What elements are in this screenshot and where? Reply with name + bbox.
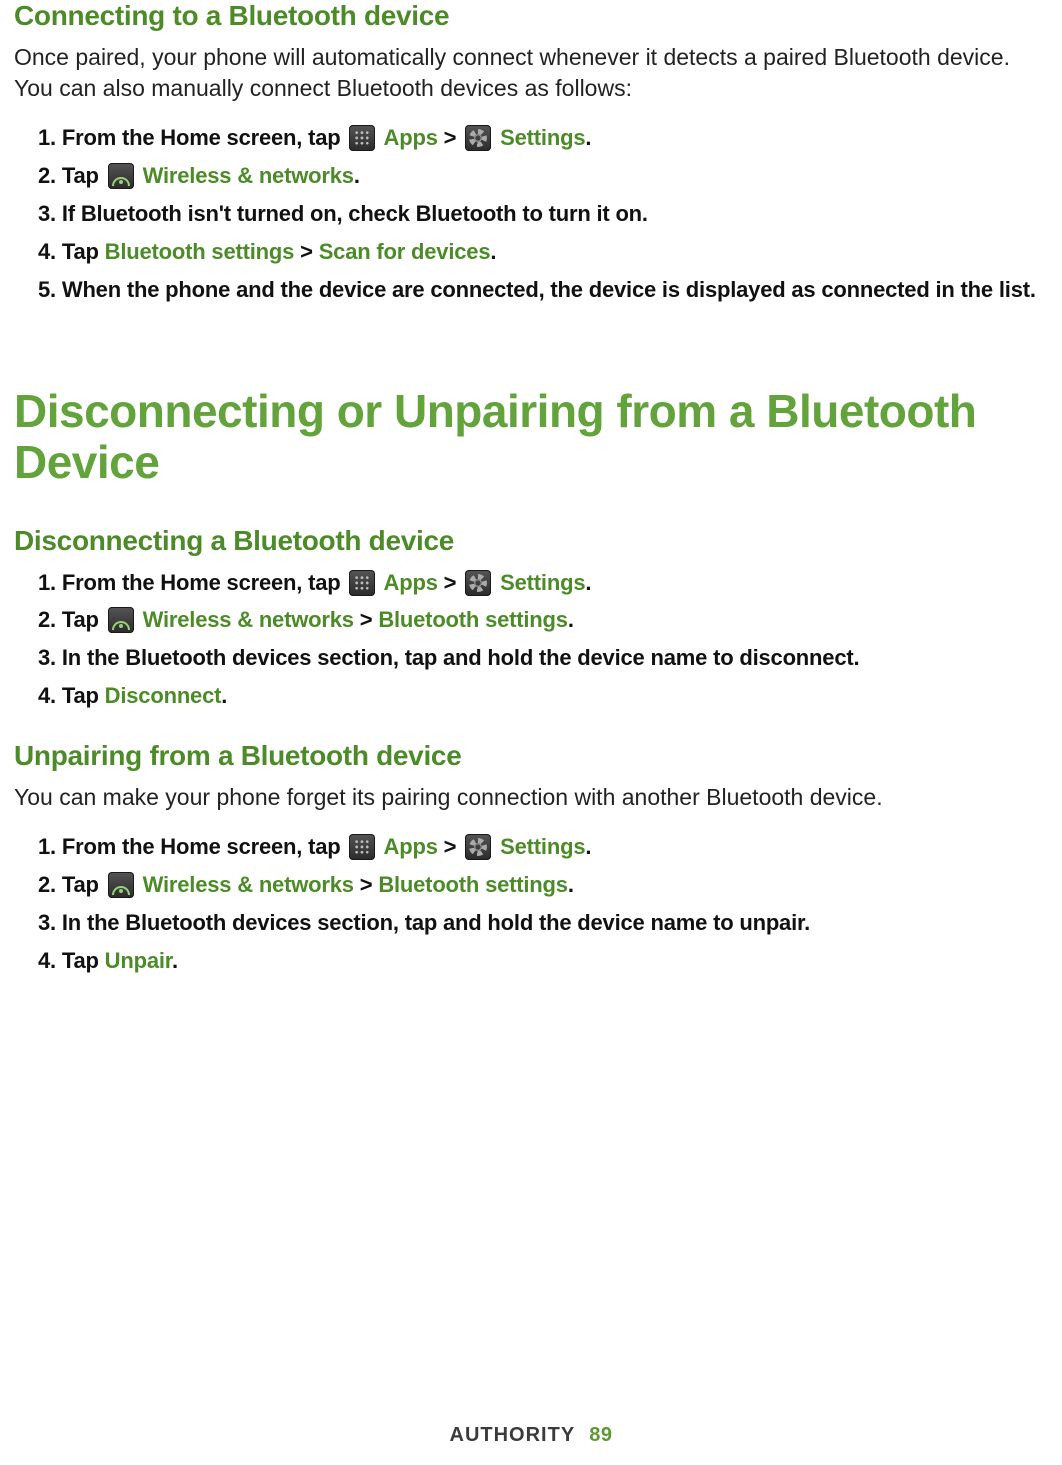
link-bt-settings: Bluetooth settings [378, 872, 568, 897]
heading-unpairing: Unpairing from a Bluetooth device [14, 740, 1048, 772]
step-text: From the Home screen, tap [62, 125, 341, 150]
link-bt-settings: Bluetooth settings [378, 607, 568, 632]
intro-connecting: Once paired, your phone will automatical… [14, 42, 1048, 104]
link-settings: Settings [500, 125, 585, 150]
gt: > [360, 872, 373, 897]
period: . [585, 570, 591, 595]
link-settings: Settings [500, 570, 585, 595]
step: Tap Unpair. [38, 945, 1048, 977]
apps-icon [349, 570, 375, 596]
apps-icon [349, 834, 375, 860]
step-text: When the phone and the device are connec… [62, 277, 1036, 302]
period: . [221, 683, 227, 708]
step: From the Home screen, tap Apps > Setting… [38, 122, 1048, 154]
gt: > [300, 239, 313, 264]
link-apps: Apps [384, 834, 438, 859]
gt: > [444, 834, 457, 859]
settings-icon [465, 125, 491, 151]
step-text: Tap [62, 607, 99, 632]
steps-unpairing: From the Home screen, tap Apps > Setting… [14, 831, 1048, 977]
heading-disconnect-unpair: Disconnecting or Unpairing from a Blueto… [14, 386, 1048, 489]
period: . [172, 948, 178, 973]
gt: > [444, 570, 457, 595]
settings-icon [465, 570, 491, 596]
step-text: If Bluetooth isn't turned on, check Blue… [62, 201, 648, 226]
step-text: Tap [62, 239, 105, 264]
step-text: In the Bluetooth devices section, tap an… [62, 910, 810, 935]
period: . [354, 163, 360, 188]
link-apps: Apps [384, 570, 438, 595]
period: . [490, 239, 496, 264]
footer-brand: AUTHORITY [450, 1424, 576, 1446]
step: Tap Disconnect. [38, 680, 1048, 712]
step: When the phone and the device are connec… [38, 274, 1048, 306]
link-disconnect: Disconnect [105, 683, 222, 708]
link-wireless: Wireless & networks [143, 607, 354, 632]
period: . [585, 125, 591, 150]
heading-connecting: Connecting to a Bluetooth device [14, 0, 1048, 32]
link-settings: Settings [500, 834, 585, 859]
step-text: From the Home screen, tap [62, 570, 341, 595]
apps-icon [349, 125, 375, 151]
gt: > [360, 607, 373, 632]
step: Tap Wireless & networks > Bluetooth sett… [38, 604, 1048, 636]
page: Connecting to a Bluetooth device Once pa… [0, 0, 1062, 1465]
step: From the Home screen, tap Apps > Setting… [38, 567, 1048, 599]
footer-page-number: 89 [589, 1424, 612, 1446]
heading-disconnecting: Disconnecting a Bluetooth device [14, 525, 1048, 557]
step-text: Tap [62, 683, 105, 708]
step-text: Tap [62, 163, 99, 188]
step-text: In the Bluetooth devices section, tap an… [62, 645, 860, 670]
steps-connecting: From the Home screen, tap Apps > Setting… [14, 122, 1048, 305]
steps-disconnecting: From the Home screen, tap Apps > Setting… [14, 567, 1048, 713]
period: . [568, 872, 574, 897]
link-bt-settings: Bluetooth settings [105, 239, 295, 264]
link-wireless: Wireless & networks [143, 872, 354, 897]
link-apps: Apps [384, 125, 438, 150]
step: If Bluetooth isn't turned on, check Blue… [38, 198, 1048, 230]
intro-unpairing: You can make your phone forget its pairi… [14, 782, 1048, 813]
wireless-icon [108, 872, 134, 898]
step-text: From the Home screen, tap [62, 834, 341, 859]
step-text: Tap [62, 872, 99, 897]
step: From the Home screen, tap Apps > Setting… [38, 831, 1048, 863]
period: . [585, 834, 591, 859]
step: In the Bluetooth devices section, tap an… [38, 907, 1048, 939]
step: Tap Wireless & networks. [38, 160, 1048, 192]
gt: > [444, 125, 457, 150]
link-scan: Scan for devices [319, 239, 491, 264]
step-text: Tap [62, 948, 105, 973]
link-unpair: Unpair [105, 948, 172, 973]
period: . [568, 607, 574, 632]
step: Tap Bluetooth settings > Scan for device… [38, 236, 1048, 268]
footer: AUTHORITY 89 [0, 1424, 1062, 1447]
wireless-icon [108, 607, 134, 633]
step: In the Bluetooth devices section, tap an… [38, 642, 1048, 674]
wireless-icon [108, 163, 134, 189]
step: Tap Wireless & networks > Bluetooth sett… [38, 869, 1048, 901]
link-wireless: Wireless & networks [143, 163, 354, 188]
settings-icon [465, 834, 491, 860]
